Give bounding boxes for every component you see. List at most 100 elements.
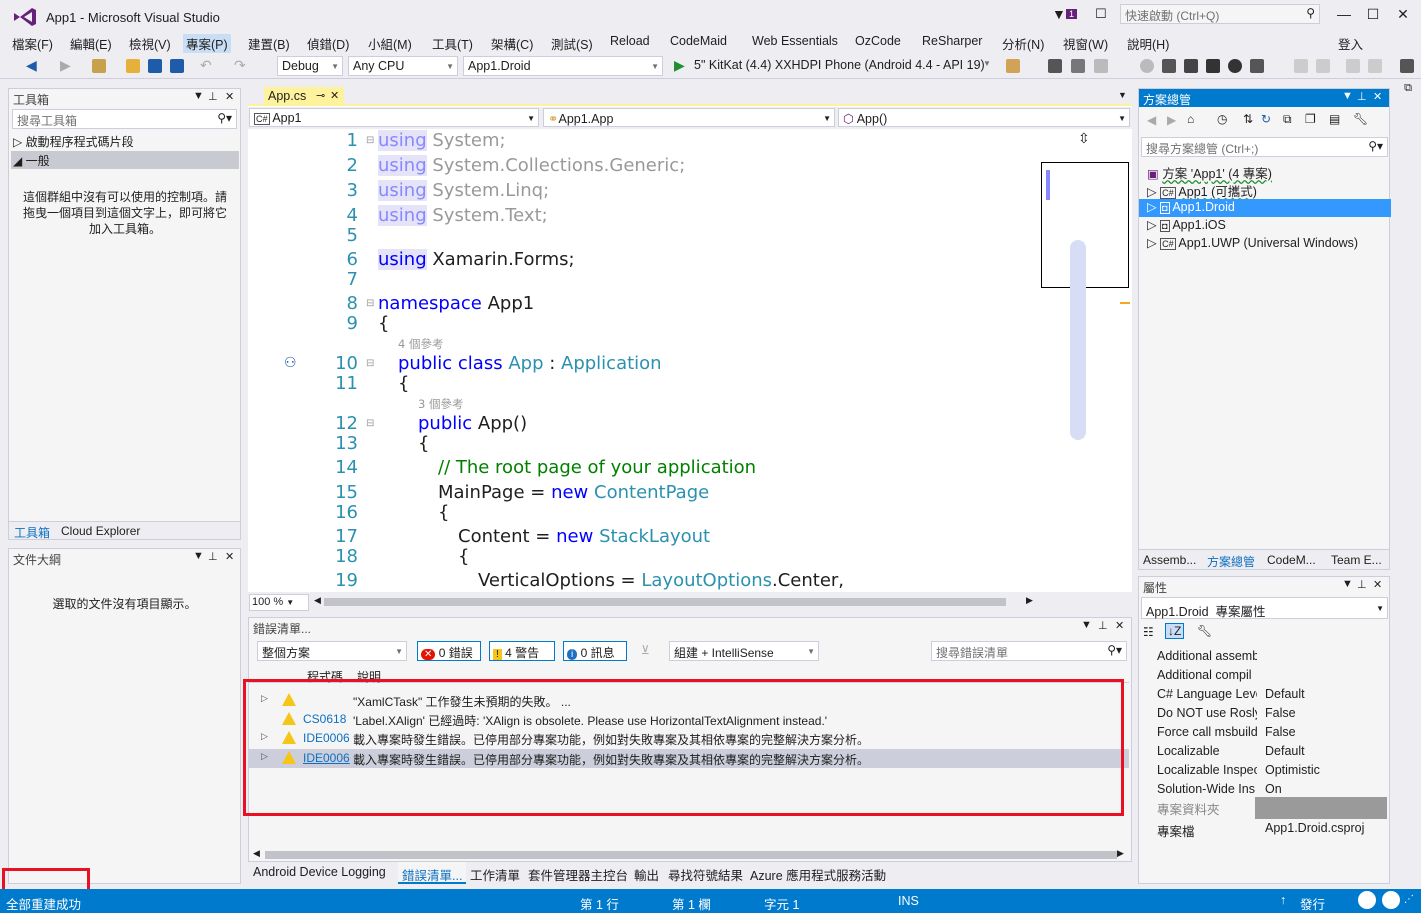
tree-item-app1-ios[interactable]: ▷ ◘ App1.iOS — [1147, 217, 1389, 235]
resize-grip-icon[interactable]: ⋰ — [1404, 894, 1414, 905]
close-icon[interactable]: ✕ — [1373, 578, 1382, 591]
scroll-right-icon[interactable]: ▶ — [1026, 595, 1033, 606]
properties-icon[interactable]: ▤ — [1329, 112, 1340, 126]
toolbar-tool-icon-5[interactable] — [1184, 59, 1198, 73]
menu-codemaid[interactable]: CodeMaid — [670, 34, 727, 48]
toolbar-tool-icon-4[interactable] — [1162, 59, 1176, 73]
publish-icon[interactable]: ↑ — [1280, 893, 1286, 907]
split-icon[interactable]: ⇳ — [1078, 130, 1090, 147]
toolbar-tool-icon[interactable] — [1071, 59, 1085, 73]
solution-search-input[interactable]: 搜尋方案總管 (Ctrl+;) ⚲▾ — [1141, 137, 1388, 157]
document-tab-app-cs[interactable]: App.cs ⊸ ✕ — [264, 87, 344, 106]
errors-filter-button[interactable]: ✕ 0 錯誤 — [417, 641, 481, 661]
menu-window[interactable]: 視窗(W) — [1063, 34, 1108, 53]
home-icon[interactable]: ⌂ — [1187, 112, 1194, 126]
toolbar-tool-icon-8[interactable] — [1250, 59, 1264, 73]
horizontal-scrollbar-thumb[interactable] — [265, 851, 1117, 859]
close-button[interactable]: ✕ — [1392, 6, 1414, 24]
start-debug-icon[interactable]: ▶ — [674, 57, 685, 74]
menu-test[interactable]: 測試(S) — [551, 34, 593, 53]
sign-in-link[interactable]: 登入 — [1338, 34, 1363, 53]
publish-button[interactable]: 發行 — [1300, 894, 1325, 913]
properties-object-select[interactable]: App1.Droid 專案屬性 ▼ — [1141, 597, 1388, 619]
redo-icon[interactable]: ↷ — [234, 57, 246, 74]
save-all-icon[interactable] — [170, 59, 184, 73]
pin-icon[interactable]: ⊥ — [208, 90, 218, 103]
refresh-icon[interactable]: ↻ — [1261, 112, 1271, 126]
show-all-files-icon[interactable]: ❐ — [1305, 112, 1316, 126]
categorized-icon[interactable]: ☷ — [1143, 625, 1154, 639]
scroll-left-icon[interactable]: ◀ — [314, 595, 321, 606]
collapse-icon[interactable]: ⊟ — [366, 358, 374, 369]
tab-overflow-icon[interactable]: ▼ — [1118, 90, 1127, 100]
filter-icon[interactable]: ▼ — [1052, 6, 1066, 22]
menu-reload[interactable]: Reload — [610, 34, 650, 48]
tab-azure-app-service-activity[interactable]: Azure 應用程式服務活動 — [750, 865, 886, 884]
menu-debug[interactable]: 偵錯(D) — [307, 34, 349, 53]
tab-solution-explorer[interactable]: 方案總管 — [1207, 553, 1255, 570]
toolbox-search-input[interactable]: 搜尋工具箱 ⚲▾ — [12, 109, 237, 129]
collapse-icon[interactable]: ⊟ — [366, 418, 374, 429]
toolbar-tool-icon-7[interactable] — [1228, 59, 1242, 73]
dropdown-icon[interactable]: ▼ — [1342, 578, 1353, 590]
editor-minimap-scrollbar[interactable]: ⇳ — [1040, 130, 1130, 592]
build-filter-select[interactable]: 組建 + IntelliSense ▼ — [669, 641, 819, 661]
wrench-icon[interactable]: 🔧︎ — [1353, 112, 1368, 126]
toolbar-tool-icon-12[interactable] — [1368, 59, 1382, 73]
zoom-select[interactable]: 100 % ▼ — [249, 594, 309, 611]
property-row[interactable]: 專案檔 App1.Droid.csproj — [1157, 821, 1387, 840]
pin-icon[interactable]: ⊸ — [316, 89, 325, 102]
tab-error-list[interactable]: 錯誤清單... — [398, 862, 467, 884]
horizontal-scrollbar-thumb[interactable] — [324, 598, 1006, 606]
tab-task-list[interactable]: 工作清單 — [470, 865, 520, 884]
error-search-input[interactable]: 搜尋錯誤清單 ⚲▾ — [931, 641, 1127, 661]
toolbar-tool-icon-6[interactable] — [1206, 59, 1220, 73]
solution-root[interactable]: ▣ 方案 'App1' (4 專案) — [1147, 163, 1389, 181]
close-icon[interactable]: ✕ — [225, 90, 234, 103]
menu-view[interactable]: 檢視(V) — [129, 34, 171, 53]
feedback-icon[interactable]: ☐ — [1095, 6, 1107, 22]
open-file-icon[interactable] — [126, 59, 140, 73]
member-nav-select[interactable]: ⬡ App() ▼ — [838, 108, 1130, 127]
pin-icon[interactable]: ⊥ — [1357, 90, 1367, 103]
toolbar-tool-icon-2[interactable] — [1094, 59, 1108, 73]
menu-architecture[interactable]: 架構(C) — [491, 34, 533, 53]
toolbar-overflow-icon[interactable] — [1400, 59, 1414, 73]
scroll-left-icon[interactable]: ◀ — [253, 848, 260, 859]
tab-find-symbol-results[interactable]: 尋找符號結果 — [668, 865, 743, 884]
toolbar-tool-icon-3[interactable] — [1140, 59, 1154, 73]
property-row[interactable]: Force call msbuild False — [1157, 725, 1387, 744]
collapse-icon[interactable]: ⊟ — [366, 135, 374, 146]
solution-platform-select[interactable]: Any CPU ▼ — [348, 56, 458, 76]
tree-item-app1-portable[interactable]: ▷ C# App1 (可攜式) — [1147, 181, 1389, 199]
type-nav-select[interactable]: ⚭App1.App ▼ — [543, 108, 835, 127]
messages-filter-button[interactable]: i 0 訊息 — [563, 641, 627, 661]
property-row[interactable]: 專案資料夾 — [1157, 797, 1387, 819]
menu-ozcode[interactable]: OzCode — [855, 34, 901, 48]
tab-package-manager-console[interactable]: 套件管理器主控台 — [528, 865, 628, 884]
dropdown-icon[interactable]: ▼ — [193, 90, 204, 102]
menu-resharper[interactable]: ReSharper — [922, 34, 982, 48]
tab-output[interactable]: 輸出 — [634, 865, 659, 884]
alphabetical-icon[interactable]: ↓Z — [1165, 623, 1185, 639]
minimize-button[interactable]: — — [1333, 6, 1355, 24]
pin-icon[interactable]: ⊥ — [1098, 619, 1108, 632]
menu-analyze[interactable]: 分析(N) — [1002, 34, 1044, 53]
warnings-filter-button[interactable]: ! 4 警告 — [489, 641, 555, 661]
save-icon[interactable] — [148, 59, 162, 73]
collapse-icon[interactable]: ⊟ — [366, 298, 374, 309]
code-lens-references[interactable]: 3 個參考 — [418, 396, 463, 412]
project-nav-select[interactable]: C# App1 ▼ — [249, 108, 539, 127]
property-row[interactable]: Additional compil — [1157, 668, 1387, 687]
feedback-frown-icon[interactable] — [1382, 891, 1400, 909]
tab-cloud-explorer[interactable]: Cloud Explorer — [61, 524, 140, 538]
close-icon[interactable]: ✕ — [1115, 619, 1124, 632]
toolbox-group-snippets[interactable]: ▷ 啟動程序程式碼片段 — [13, 133, 134, 150]
property-row[interactable]: C# Language Leve Default — [1157, 687, 1387, 706]
device-icon[interactable] — [1048, 59, 1062, 73]
property-pages-icon[interactable]: 🔧︎ — [1197, 624, 1212, 638]
toolbar-tool-icon-10[interactable] — [1316, 59, 1330, 73]
history-icon[interactable]: ◷ — [1217, 112, 1227, 126]
server-explorer-side-tab[interactable]: ⧉ — [1398, 82, 1418, 112]
quick-launch-input[interactable]: 快速啟動 (Ctrl+Q) ⚲ — [1120, 4, 1320, 24]
